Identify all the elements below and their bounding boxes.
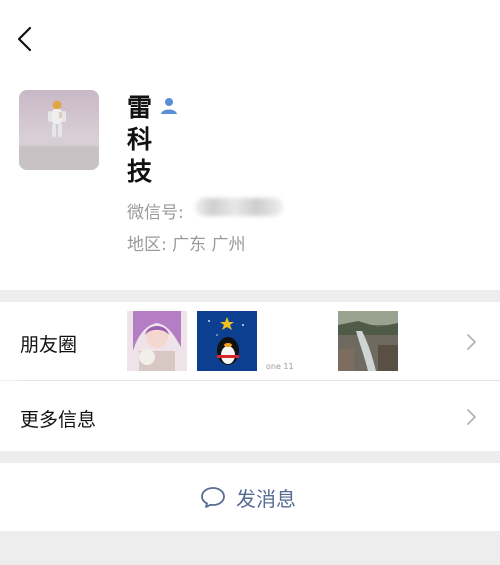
region-row: 地区: 广东 广州: [127, 230, 246, 255]
send-message-label: 发消息: [236, 486, 296, 511]
wechat-id-row: 微信号:: [127, 198, 184, 223]
more-info-label: 更多信息: [20, 409, 97, 431]
moments-label: 朋友圈: [20, 334, 78, 356]
astronaut-avatar-image: [19, 90, 99, 170]
chevron-right-icon: [467, 409, 476, 425]
chevron-right-icon: [467, 334, 476, 350]
profile-name: 雷科技: [127, 93, 153, 186]
send-message-button[interactable]: 发消息: [0, 463, 500, 531]
chat-bubble-icon: [201, 487, 225, 508]
moments-thumbnail-caption: one 11: [266, 362, 294, 371]
moments-thumbnail-waterfall: [338, 311, 398, 371]
person-icon: [161, 98, 177, 114]
region-label: 地区:: [127, 235, 167, 255]
avatar[interactable]: [19, 90, 99, 170]
moments-thumbnail-anime: [127, 311, 187, 371]
wechat-id-label: 微信号:: [127, 203, 184, 223]
section-separator: [0, 451, 500, 463]
section-separator: [0, 290, 500, 302]
send-message-content: 发消息: [200, 483, 296, 511]
wechat-id-blurred-value: [195, 198, 283, 216]
bottom-background: [0, 531, 500, 565]
moments-row[interactable]: 朋友圈 one 11: [0, 302, 500, 380]
back-chevron-icon[interactable]: [14, 24, 38, 54]
region-value: 广东 广州: [172, 235, 246, 255]
profile-header: 雷科技 微信号: 地区: 广东 广州: [0, 0, 500, 290]
more-info-row[interactable]: 更多信息: [0, 381, 500, 451]
moments-thumbnail-penguin: [197, 311, 257, 371]
